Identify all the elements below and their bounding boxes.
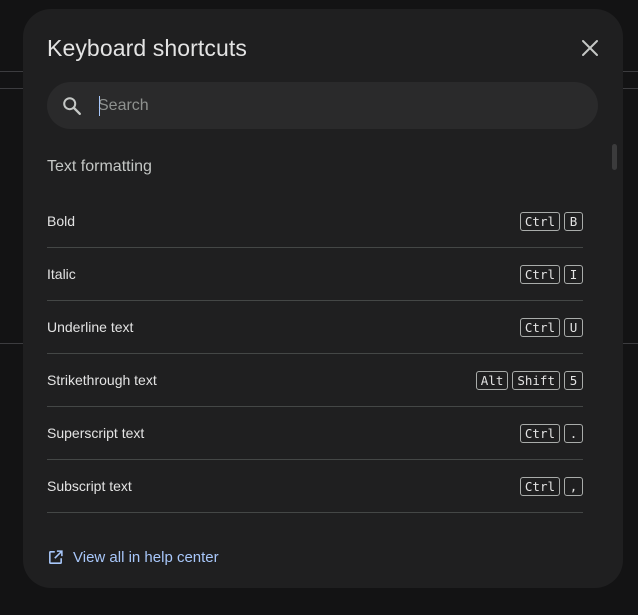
key-cap: Ctrl [519, 423, 560, 443]
shortcut-row: Underline text Ctrl U [47, 301, 583, 354]
shortcut-keys: Ctrl U [519, 317, 583, 337]
background-divider [0, 71, 24, 72]
shortcut-row: Strikethrough text Alt Shift 5 [47, 354, 583, 407]
search-input[interactable] [98, 82, 578, 129]
help-link-label[interactable]: View all in help center [73, 549, 219, 566]
shortcuts-list: Text formatting Bold Ctrl B Italic Ctrl I Unde… [47, 144, 583, 522]
key-cap: Alt [475, 370, 509, 390]
shortcut-label: Subscript text [47, 478, 132, 494]
shortcut-label: Italic [47, 266, 76, 282]
shortcut-label: Bold [47, 213, 76, 229]
shortcut-keys: Ctrl B [519, 211, 583, 231]
key-cap: I [564, 264, 583, 284]
shortcut-row: Subscript text Ctrl, [47, 460, 583, 513]
shortcut-label: Underline text [47, 319, 134, 335]
dialog-title: Keyboard shortcuts [47, 35, 247, 61]
close-icon [582, 40, 598, 56]
key-cap: Ctrl [519, 476, 560, 496]
close-button[interactable] [575, 33, 605, 63]
key-cap: Ctrl [519, 211, 560, 231]
shortcut-keys: Ctrl. [519, 423, 583, 443]
shortcut-row: Bold Ctrl B [47, 195, 583, 248]
shortcut-keys: Ctrl, [519, 476, 583, 496]
text-caret [99, 96, 100, 116]
section-title: Text formatting [47, 158, 152, 175]
background-divider [0, 88, 24, 89]
key-cap: Ctrl [519, 264, 560, 284]
shortcut-row: Italic Ctrl I [47, 248, 583, 301]
key-cap: Shift [512, 370, 560, 390]
key-cap: 5 [564, 370, 583, 390]
key-cap: U [564, 317, 583, 337]
background-divider [0, 343, 24, 344]
keyboard-shortcuts-dialog: Keyboard shortcuts Text formatting Bold C… [23, 9, 623, 588]
shortcut-label: Strikethrough text [47, 372, 157, 388]
open-in-new-icon [49, 550, 63, 564]
search-icon [63, 97, 81, 115]
shortcut-keys: Alt Shift 5 [475, 370, 583, 390]
key-cap: . [564, 423, 583, 443]
key-cap: Ctrl [519, 317, 560, 337]
background-divider [622, 88, 638, 89]
background-divider [622, 71, 638, 72]
background-divider [622, 343, 638, 344]
shortcut-keys: Ctrl I [519, 264, 583, 284]
shortcut-row: Superscript text Ctrl. [47, 407, 583, 460]
help-center-link[interactable]: View all in help center [47, 549, 219, 566]
shortcut-rows: Bold Ctrl B Italic Ctrl I Underline text Ctrl U S… [47, 195, 583, 513]
scrollbar-thumb[interactable] [612, 144, 617, 170]
shortcut-label: Superscript text [47, 425, 145, 441]
key-cap: , [564, 476, 583, 496]
key-cap: B [564, 211, 583, 231]
search-box[interactable] [47, 82, 598, 129]
